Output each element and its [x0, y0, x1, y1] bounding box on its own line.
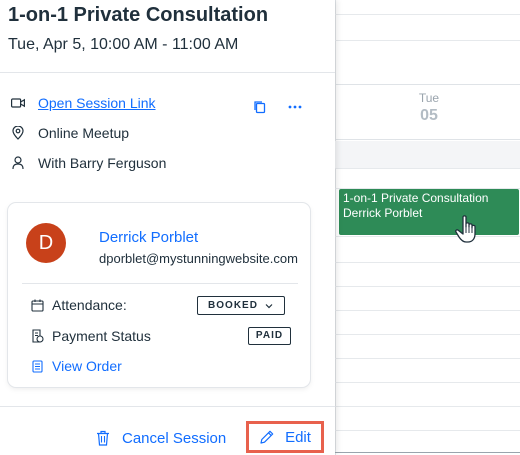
calendar-gridline	[335, 406, 520, 407]
calendar-icon	[30, 298, 44, 312]
calendar-gridline	[335, 262, 520, 263]
calendar-week-view: Tue 05 1-on-1 Private Consultation Derri…	[335, 0, 520, 455]
session-link-row: Open Session Link	[10, 93, 156, 113]
payment-label: Payment Status	[52, 328, 151, 344]
more-icon[interactable]	[286, 96, 304, 114]
hand-cursor-icon	[455, 215, 476, 243]
cancel-session-button[interactable]: Cancel Session	[96, 427, 226, 449]
view-order-row[interactable]: View Order	[30, 356, 122, 376]
payment-status-badge: PAID	[248, 327, 291, 345]
calendar-gridline	[335, 310, 520, 311]
session-details-popup: 1-on-1 Private Consultation Tue, Apr 5, …	[0, 0, 335, 455]
session-title: 1-on-1 Private Consultation	[8, 4, 269, 26]
calendar-gridline	[335, 14, 520, 15]
session-staff: With Barry Ferguson	[38, 155, 167, 171]
calendar-gridline	[335, 430, 520, 431]
customer-card: D Derrick Porblet dporblet@mystunningweb…	[8, 203, 310, 387]
location-pin-icon	[10, 125, 26, 141]
calendar-gridline	[335, 40, 520, 41]
calendar-gridline	[335, 286, 520, 287]
trash-icon	[96, 430, 112, 446]
event-customer: Derrick Porblet	[343, 206, 423, 220]
edit-label: Edit	[285, 428, 311, 446]
edit-button[interactable]: Edit	[246, 421, 324, 453]
calendar-gridline	[335, 358, 520, 359]
calendar-event[interactable]: 1-on-1 Private Consultation Derrick Porb…	[339, 189, 519, 235]
cancel-session-label: Cancel Session	[122, 429, 227, 447]
calendar-day-header: Tue 05	[335, 84, 520, 140]
open-session-link[interactable]: Open Session Link	[38, 95, 156, 111]
customer-name-link[interactable]: Derrick Porblet	[99, 229, 198, 246]
divider	[0, 72, 335, 73]
customer-email: dporblet@mystunningwebsite.com	[99, 251, 298, 266]
event-title: 1-on-1 Private Consultation	[343, 191, 489, 205]
calendar-gridline	[335, 452, 520, 453]
avatar: D	[26, 223, 66, 263]
calendar-gridline	[335, 236, 520, 237]
staff-row: With Barry Ferguson	[10, 153, 166, 173]
location-row: Online Meetup	[10, 123, 129, 143]
person-icon	[10, 155, 26, 171]
calendar-gridline	[335, 334, 520, 335]
attendance-status-dropdown[interactable]: BOOKED	[197, 296, 285, 315]
pencil-icon	[259, 429, 275, 445]
attendance-label: Attendance:	[52, 297, 127, 313]
attendance-status-value: BOOKED	[208, 300, 258, 311]
calendar-divider	[335, 0, 336, 455]
document-icon	[30, 359, 44, 373]
day-number: 05	[420, 107, 438, 124]
calendar-gridline	[335, 382, 520, 383]
payment-icon	[30, 329, 44, 343]
session-location: Online Meetup	[38, 125, 130, 141]
attendance-row: Attendance:	[30, 295, 127, 315]
payment-row: Payment Status	[30, 326, 151, 346]
day-column-header[interactable]: Tue 05	[405, 91, 453, 125]
copy-icon[interactable]	[252, 99, 268, 115]
calendar-all-day-row	[335, 141, 520, 169]
divider	[22, 283, 298, 284]
day-name: Tue	[418, 91, 440, 105]
view-order-link[interactable]: View Order	[52, 358, 122, 374]
video-camera-icon	[10, 95, 26, 111]
chevron-down-icon	[264, 301, 274, 311]
session-datetime: Tue, Apr 5, 10:00 AM - 11:00 AM	[8, 36, 239, 53]
